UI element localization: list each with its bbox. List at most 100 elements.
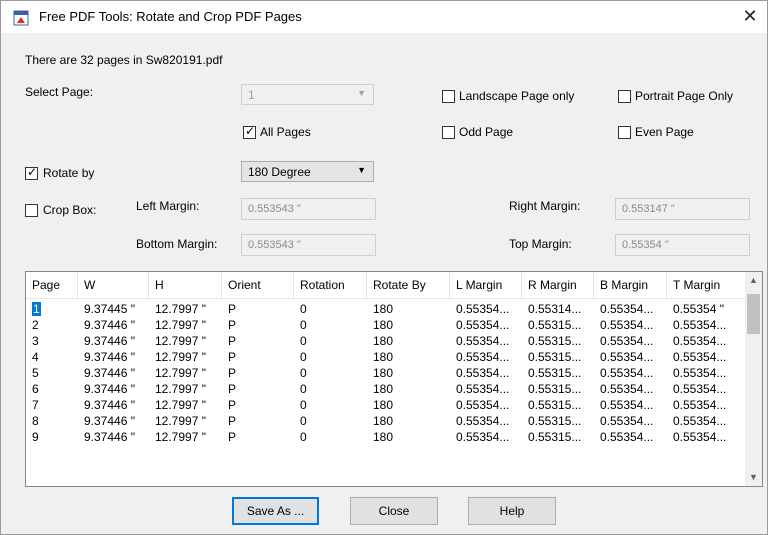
help-button[interactable]: Help (468, 497, 556, 525)
scroll-thumb[interactable] (747, 294, 760, 334)
table-cell: 180 (373, 366, 394, 380)
table-cell: 0.55354... (600, 350, 654, 364)
table-row[interactable]: 4 9.37446 " 12.7997 " P 0 180 0.55354... 0.5531… (26, 349, 746, 365)
dialog-window: Free PDF Tools: Rotate and Crop PDF Page… (0, 0, 768, 535)
right-margin-field[interactable]: 0.553147 " (615, 198, 750, 220)
column-header[interactable]: R Margin (522, 272, 594, 298)
table-cell: 9.37446 " (84, 382, 135, 396)
top-margin-label: Top Margin: (509, 237, 572, 251)
table-cell: 0.55354... (673, 430, 727, 444)
bottom-margin-field[interactable]: 0.553543 " (241, 234, 376, 256)
table-cell: 0 (300, 430, 307, 444)
check-icon: ✓ (27, 165, 38, 179)
table-cell: P (228, 430, 237, 444)
table-cell: 0 (300, 318, 307, 332)
even-page-checkbox[interactable] (618, 126, 631, 139)
column-header[interactable]: Orient (222, 272, 294, 298)
table-row[interactable]: 5 9.37446 " 12.7997 " P 0 180 0.55354... 0.5531… (26, 365, 746, 381)
rotate-degree-combo[interactable]: 180 Degree ▼ (241, 161, 374, 182)
portrait-only-checkbox[interactable] (618, 90, 631, 103)
table-cell: 6 (32, 382, 39, 396)
table-header: Page W H Orient Rotation Rotate By L Mar… (26, 272, 746, 299)
table-cell: 0.55354... (673, 414, 727, 428)
table-cell: 0.55354... (600, 414, 654, 428)
table-cell: 0.55314... (528, 302, 582, 316)
vertical-scrollbar[interactable]: ▲ ▼ (745, 272, 762, 486)
table-cell: 9.37446 " (84, 350, 135, 364)
table-cell: 9.37446 " (84, 318, 135, 332)
table-cell: 8 (32, 414, 39, 428)
column-header[interactable]: L Margin (450, 272, 522, 298)
table-cell: 0.55354 " (673, 302, 724, 316)
table-cell: 0.55354... (456, 414, 510, 428)
table-cell: 0 (300, 334, 307, 348)
column-header[interactable]: W (78, 272, 149, 298)
close-window-icon[interactable]: ✕ (739, 5, 761, 27)
all-pages-label: All Pages (260, 125, 311, 139)
column-header[interactable]: T Margin (667, 272, 746, 298)
table-cell: 0.55315... (528, 366, 582, 380)
table-row[interactable]: 8 9.37446 " 12.7997 " P 0 180 0.55354... 0.5531… (26, 413, 746, 429)
table-cell: P (228, 398, 237, 412)
column-header[interactable]: Rotate By (367, 272, 450, 298)
scroll-down-icon[interactable]: ▼ (745, 469, 762, 486)
table-cell: 0.55354... (600, 334, 654, 348)
chevron-down-icon: ▼ (357, 88, 366, 98)
table-row[interactable]: 6 9.37446 " 12.7997 " P 0 180 0.55354... 0.5531… (26, 381, 746, 397)
column-header[interactable]: H (149, 272, 222, 298)
portrait-only-label: Portrait Page Only (635, 89, 734, 103)
table-cell: P (228, 318, 237, 332)
select-page-value: 1 (248, 88, 255, 102)
table-cell: P (228, 366, 237, 380)
odd-page-checkbox[interactable] (442, 126, 455, 139)
pages-table[interactable]: Page W H Orient Rotation Rotate By L Mar… (25, 271, 763, 487)
left-margin-label: Left Margin: (136, 199, 200, 213)
landscape-only-checkbox[interactable] (442, 90, 455, 103)
table-cell: 5 (32, 366, 39, 380)
column-header[interactable]: Rotation (294, 272, 367, 298)
all-pages-checkbox[interactable]: ✓ (243, 124, 256, 139)
table-row[interactable]: 7 9.37446 " 12.7997 " P 0 180 0.55354... 0.5531… (26, 397, 746, 413)
table-row[interactable]: 2 9.37446 " 12.7997 " P 0 180 0.55354... 0.5531… (26, 317, 746, 333)
table-row[interactable]: 1 9.37445 " 12.7997 " P 0 180 0.55354... 0.5531… (26, 301, 746, 317)
table-cell: 0.55354... (600, 430, 654, 444)
selected-page-cell[interactable]: 1 (32, 302, 41, 316)
table-cell: 0.55315... (528, 350, 582, 364)
table-cell: 9.37446 " (84, 366, 135, 380)
table-row[interactable]: 9 9.37446 " 12.7997 " P 0 180 0.55354... 0.5531… (26, 429, 746, 445)
table-cell: 0.55354... (456, 382, 510, 396)
table-cell: 3 (32, 334, 39, 348)
table-cell: P (228, 334, 237, 348)
rotate-by-checkbox[interactable]: ✓ (25, 165, 38, 180)
table-cell: 12.7997 " (155, 318, 206, 332)
left-margin-field[interactable]: 0.553543 " (241, 198, 376, 220)
table-cell: 180 (373, 398, 394, 412)
table-cell: 0.55315... (528, 318, 582, 332)
chevron-down-icon: ▼ (357, 165, 366, 175)
table-cell: 9 (32, 430, 39, 444)
scroll-up-icon[interactable]: ▲ (745, 272, 762, 289)
table-cell: 9.37446 " (84, 414, 135, 428)
table-cell: 12.7997 " (155, 430, 206, 444)
table-cell: 0.55354... (456, 318, 510, 332)
select-page-combo[interactable]: 1 ▼ (241, 84, 374, 105)
table-cell: 0.55354... (456, 398, 510, 412)
table-cell: 0.55315... (528, 430, 582, 444)
close-button[interactable]: Close (350, 497, 438, 525)
column-header[interactable]: Page (26, 272, 78, 298)
table-cell: 7 (32, 398, 39, 412)
table-cell: 0.55354... (456, 302, 510, 316)
top-margin-field[interactable]: 0.55354 " (615, 234, 750, 256)
select-page-label: Select Page: (25, 85, 94, 99)
column-header[interactable]: B Margin (594, 272, 667, 298)
table-row[interactable]: 3 9.37446 " 12.7997 " P 0 180 0.55354... 0.5531… (26, 333, 746, 349)
crop-box-checkbox[interactable] (25, 204, 38, 217)
table-cell: 180 (373, 334, 394, 348)
table-cell: 0.55354... (673, 382, 727, 396)
title-bar: Free PDF Tools: Rotate and Crop PDF Page… (1, 1, 767, 33)
table-cell: 12.7997 " (155, 334, 206, 348)
save-as-button[interactable]: Save As ... (232, 497, 319, 525)
rotate-by-label: Rotate by (43, 166, 95, 180)
table-cell: 0.55354... (600, 318, 654, 332)
table-cell: 0.55354... (456, 366, 510, 380)
